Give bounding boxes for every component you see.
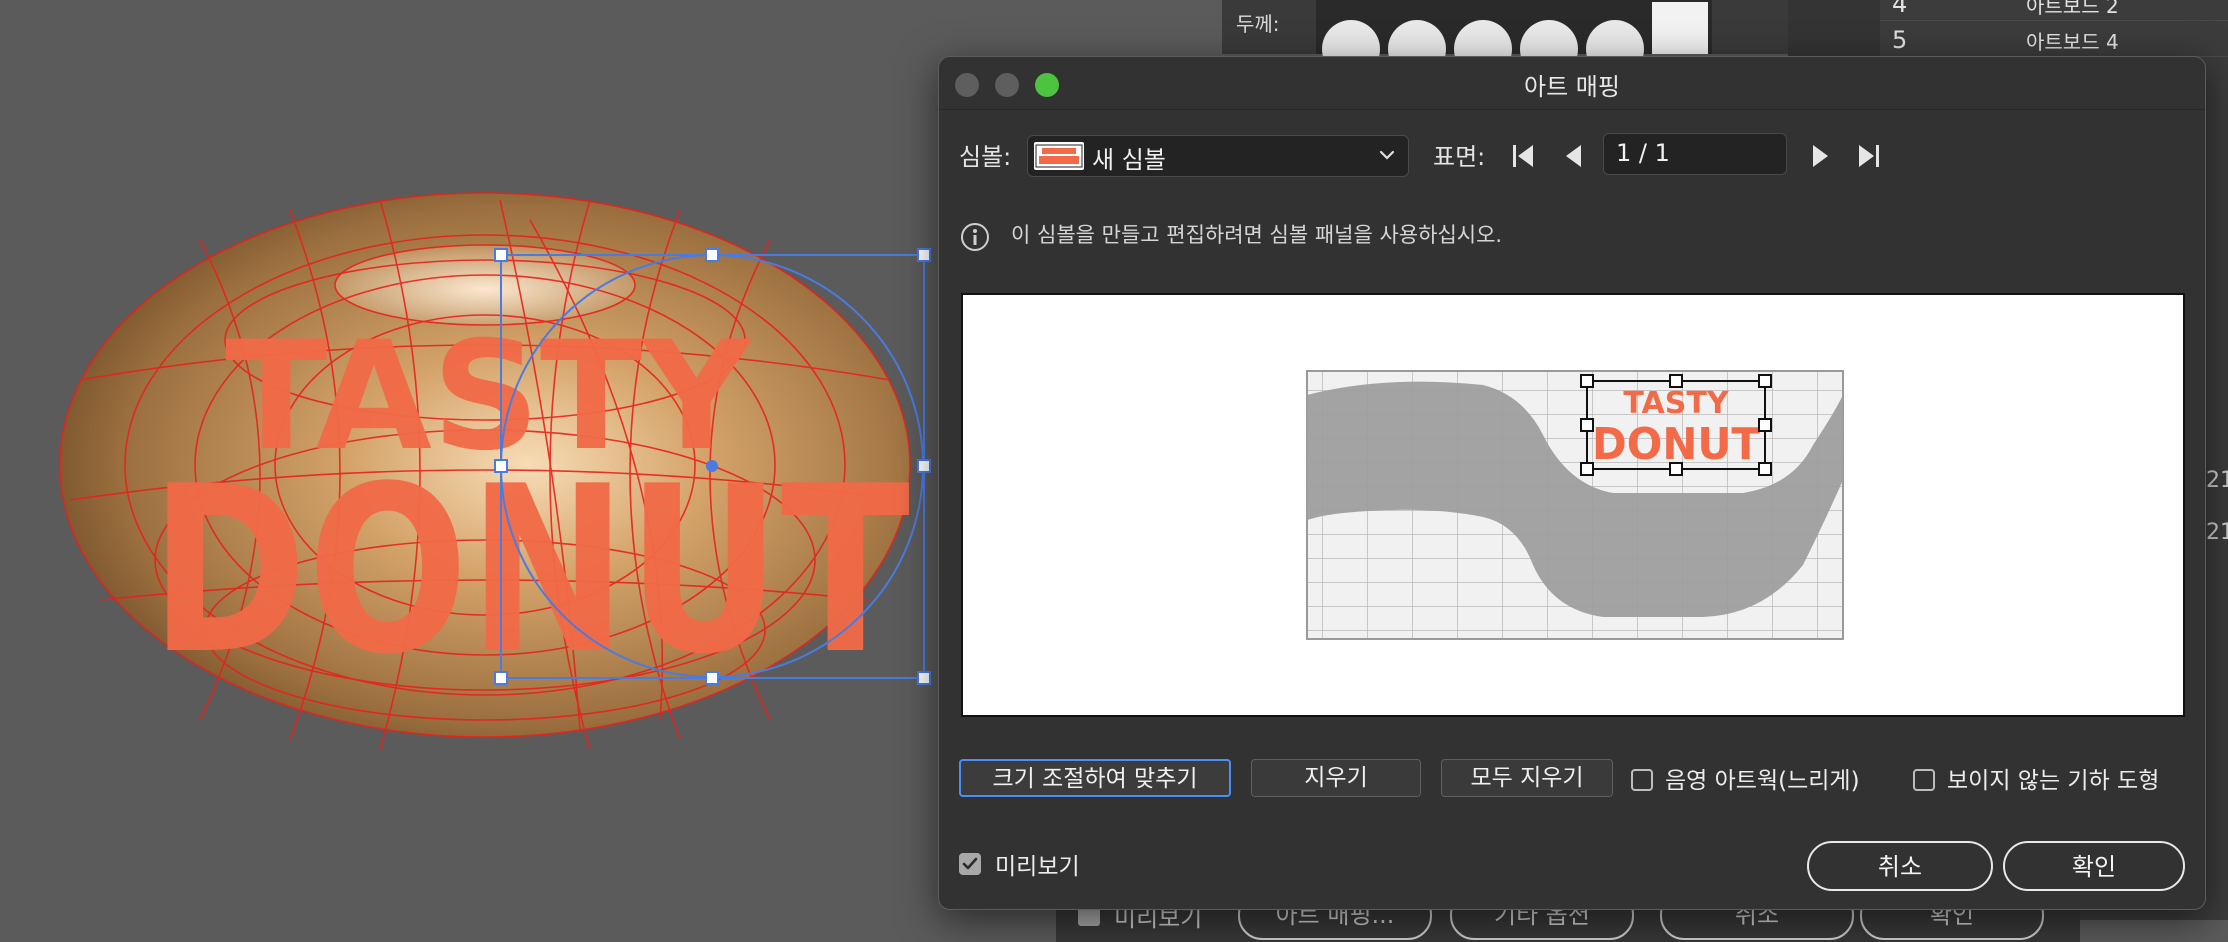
- dialog-titlebar: 아트 매핑: [939, 57, 2205, 110]
- previous-icon[interactable]: [1557, 139, 1591, 173]
- shade-artwork-label: 음영 아트웍(느리게): [1665, 768, 1860, 794]
- ok-button[interactable]: 확인: [2003, 841, 2185, 891]
- artboard-name: 아트보드 2: [2026, 0, 2119, 18]
- chevron-down-icon: [1379, 150, 1395, 160]
- artboard-number: 4: [1892, 0, 1908, 18]
- art-mapping-preview[interactable]: TASTY DONUT: [961, 293, 2185, 717]
- invisible-geometry-label: 보이지 않는 기하 도형: [1947, 768, 2160, 794]
- artboard-row[interactable]: 5 아트보드 4: [1880, 20, 2228, 57]
- side-number: 21: [2206, 468, 2228, 493]
- artboard-name: 아트보드 4: [2026, 30, 2119, 54]
- dialog-title: 아트 매핑: [1524, 73, 1620, 101]
- artboard-number: 5: [1892, 26, 1908, 54]
- checkmark-icon: [962, 857, 978, 870]
- shade-artwork-checkbox[interactable]: [1631, 769, 1653, 791]
- first-page-icon[interactable]: [1507, 139, 1541, 173]
- symbol-dropdown[interactable]: 새 심볼: [1027, 135, 1409, 177]
- surface-map: TASTY DONUT: [1306, 370, 1844, 640]
- info-message: 이 심볼을 만들고 편집하려면 심볼 패널을 사용하십시오.: [1011, 223, 1503, 247]
- surface-input[interactable]: 1 / 1: [1603, 133, 1787, 175]
- last-page-icon[interactable]: [1851, 139, 1885, 173]
- art-mapping-dialog: 아트 매핑 심볼: 새 심볼 표면: 1 / 1 이 심볼을 만들고 편집하려면…: [938, 56, 2206, 910]
- symbol-name: 새 심볼: [1092, 146, 1166, 174]
- surface-label: 표면:: [1433, 143, 1486, 171]
- cancel-button[interactable]: 취소: [1807, 841, 1993, 891]
- tasty-donut-symbol-swatch[interactable]: [1652, 2, 1708, 54]
- invisible-geometry-checkbox[interactable]: [1913, 769, 1935, 791]
- preview-label: 미리보기: [995, 854, 1080, 880]
- donut-3d-object[interactable]: TASTY DONUT: [60, 180, 950, 760]
- symbol-label: 심볼:: [959, 143, 1012, 171]
- symbol-thumbnail: [1034, 142, 1084, 170]
- clear-all-button[interactable]: 모두 지우기: [1441, 759, 1613, 797]
- preview-checkbox[interactable]: [959, 853, 981, 875]
- side-number: 21: [2206, 520, 2228, 545]
- artboard-row[interactable]: 4 아트보드 2: [1880, 0, 2228, 21]
- scale-to-fit-button[interactable]: 크기 조절하여 맞추기: [959, 759, 1231, 797]
- preview-text-line1: TASTY: [1623, 386, 1729, 421]
- info-circle-icon: [961, 223, 989, 251]
- clear-button[interactable]: 지우기: [1251, 759, 1421, 797]
- symbol-button-strip: [1316, 0, 1712, 78]
- next-icon[interactable]: [1803, 139, 1837, 173]
- tasty-donut-thumbnail-icon: [1035, 144, 1083, 168]
- thickness-label: 두께:: [1236, 12, 1280, 36]
